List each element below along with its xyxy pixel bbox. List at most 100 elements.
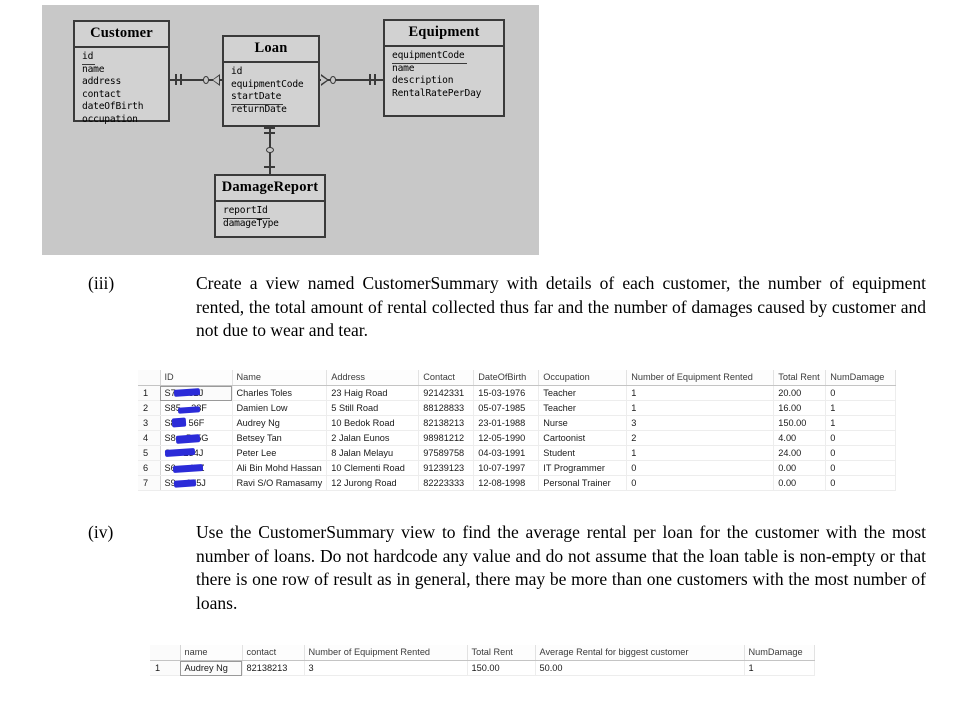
column-header-num-equipment-rented[interactable]: Number of Equipment Rented (304, 645, 468, 661)
cell-num-equipment-rented[interactable]: 3 (304, 660, 468, 676)
cell-num-equipment-rented[interactable]: 3 (626, 415, 775, 431)
cell-total-rent[interactable]: 24.00 (773, 445, 827, 461)
column-header-num-equipment-rented[interactable]: Number of Equipment Rented (626, 370, 775, 386)
column-header-name[interactable]: name (180, 645, 243, 661)
cell-occupation[interactable]: Teacher (538, 400, 628, 416)
table-row[interactable]: 6 S6 45Z Ali Bin Mohd Hassan 10 Clementi… (138, 460, 897, 476)
cell-num-equipment-rented[interactable]: 1 (626, 445, 775, 461)
cell-num-equipment-rented[interactable]: 0 (626, 460, 775, 476)
cell-rownum[interactable]: 2 (138, 400, 161, 416)
cell-numdamage[interactable]: 1 (825, 415, 897, 431)
cell-numdamage[interactable]: 0 (825, 385, 897, 401)
cell-address[interactable]: 10 Bedok Road (326, 415, 420, 431)
cell-numdamage[interactable]: 0 (825, 430, 897, 446)
table-row[interactable]: 7 S9 675J Ravi S/O Ramasamy 12 Jurong Ro… (138, 475, 897, 491)
cell-total-rent[interactable]: 16.00 (773, 400, 827, 416)
cell-num-equipment-rented[interactable]: 0 (626, 475, 775, 491)
cell-dateofbirth[interactable]: 12-08-1998 (473, 475, 540, 491)
column-header-name[interactable]: Name (232, 370, 328, 386)
cell-name[interactable]: Charles Toles (232, 385, 328, 401)
cell-occupation[interactable]: Teacher (538, 385, 628, 401)
column-header-rownum[interactable] (138, 370, 161, 386)
column-header-dateofbirth[interactable]: DateOfBirth (473, 370, 540, 386)
cell-contact[interactable]: 92142331 (418, 385, 475, 401)
cell-total-rent[interactable]: 150.00 (467, 660, 536, 676)
column-header-numdamage[interactable]: NumDamage (744, 645, 815, 661)
cell-id[interactable]: S7 82J (160, 385, 233, 401)
cell-contact[interactable]: 82223333 (418, 475, 475, 491)
table-row[interactable]: 4 S8 545G Betsey Tan 2 Jalan Eunos 98981… (138, 430, 897, 446)
cell-id[interactable]: S9 234J (160, 445, 233, 461)
cell-contact[interactable]: 98981212 (418, 430, 475, 446)
cell-occupation[interactable]: Student (538, 445, 628, 461)
cell-rownum[interactable]: 1 (150, 660, 181, 676)
cell-dateofbirth[interactable]: 05-07-1985 (473, 400, 540, 416)
column-header-total-rent[interactable]: Total Rent (773, 370, 827, 386)
cell-name[interactable]: Ravi S/O Ramasamy (232, 475, 328, 491)
cell-address[interactable]: 8 Jalan Melayu (326, 445, 420, 461)
cell-name[interactable]: Audrey Ng (232, 415, 328, 431)
cell-occupation[interactable]: Cartoonist (538, 430, 628, 446)
table-row[interactable]: 1 Audrey Ng 82138213 3 150.00 50.00 1 (150, 660, 815, 676)
cell-name[interactable]: Peter Lee (232, 445, 328, 461)
cell-rownum[interactable]: 4 (138, 430, 161, 446)
cell-rownum[interactable]: 5 (138, 445, 161, 461)
cell-id[interactable]: S9 675J (160, 475, 233, 491)
avg-rental-result-table[interactable]: name contact Number of Equipment Rented … (150, 645, 815, 676)
table-row[interactable]: 3 S8 56F Audrey Ng 10 Bedok Road 8213821… (138, 415, 897, 431)
column-header-id[interactable]: ID (160, 370, 233, 386)
cell-dateofbirth[interactable]: 23-01-1988 (473, 415, 540, 431)
cell-contact[interactable]: 82138213 (242, 660, 305, 676)
cell-total-rent[interactable]: 4.00 (773, 430, 827, 446)
cell-total-rent[interactable]: 20.00 (773, 385, 827, 401)
customer-summary-result-table[interactable]: ID Name Address Contact DateOfBirth Occu… (138, 370, 897, 491)
cell-name[interactable]: Ali Bin Mohd Hassan (232, 460, 328, 476)
cell-address[interactable]: 12 Jurong Road (326, 475, 420, 491)
cell-name[interactable]: Betsey Tan (232, 430, 328, 446)
cell-name[interactable]: Audrey Ng (180, 660, 243, 676)
cell-id[interactable]: S8 56F (160, 415, 233, 431)
cell-contact[interactable]: 82138213 (418, 415, 475, 431)
cell-occupation[interactable]: Personal Trainer (538, 475, 628, 491)
cell-occupation[interactable]: IT Programmer (538, 460, 628, 476)
cell-num-equipment-rented[interactable]: 1 (626, 385, 775, 401)
cell-dateofbirth[interactable]: 12-05-1990 (473, 430, 540, 446)
cell-total-rent[interactable]: 150.00 (773, 415, 827, 431)
column-header-numdamage[interactable]: NumDamage (825, 370, 897, 386)
cell-numdamage[interactable]: 0 (825, 475, 897, 491)
cell-num-equipment-rented[interactable]: 2 (626, 430, 775, 446)
column-header-average-rental[interactable]: Average Rental for biggest customer (535, 645, 745, 661)
cell-num-equipment-rented[interactable]: 1 (626, 400, 775, 416)
cell-address[interactable]: 5 Still Road (326, 400, 420, 416)
cell-address[interactable]: 23 Haig Road (326, 385, 420, 401)
cell-id[interactable]: S6 45Z (160, 460, 233, 476)
cell-address[interactable]: 10 Clementi Road (326, 460, 420, 476)
table-row[interactable]: 5 S9 234J Peter Lee 8 Jalan Melayu 97589… (138, 445, 897, 461)
cell-rownum[interactable]: 7 (138, 475, 161, 491)
cell-dateofbirth[interactable]: 04-03-1991 (473, 445, 540, 461)
cell-rownum[interactable]: 1 (138, 385, 161, 401)
cell-occupation[interactable]: Nurse (538, 415, 628, 431)
table-row[interactable]: 2 S85 23F Damien Low 5 Still Road 881288… (138, 400, 897, 416)
cell-numdamage[interactable]: 0 (825, 445, 897, 461)
column-header-contact[interactable]: Contact (418, 370, 475, 386)
cell-numdamage[interactable]: 1 (825, 400, 897, 416)
cell-address[interactable]: 2 Jalan Eunos (326, 430, 420, 446)
cell-id[interactable]: S85 23F (160, 400, 233, 416)
cell-numdamage[interactable]: 1 (744, 660, 815, 676)
cell-id[interactable]: S8 545G (160, 430, 233, 446)
table-row[interactable]: 1 S7 82J Charles Toles 23 Haig Road 9214… (138, 385, 897, 401)
column-header-contact[interactable]: contact (242, 645, 305, 661)
cell-contact[interactable]: 91239123 (418, 460, 475, 476)
cell-average-rental[interactable]: 50.00 (535, 660, 745, 676)
cell-rownum[interactable]: 3 (138, 415, 161, 431)
cell-numdamage[interactable]: 0 (825, 460, 897, 476)
cell-contact[interactable]: 88128833 (418, 400, 475, 416)
column-header-total-rent[interactable]: Total Rent (467, 645, 536, 661)
cell-dateofbirth[interactable]: 15-03-1976 (473, 385, 540, 401)
cell-contact[interactable]: 97589758 (418, 445, 475, 461)
column-header-address[interactable]: Address (326, 370, 420, 386)
column-header-rownum[interactable] (150, 645, 181, 661)
column-header-occupation[interactable]: Occupation (538, 370, 628, 386)
cell-total-rent[interactable]: 0.00 (773, 475, 827, 491)
